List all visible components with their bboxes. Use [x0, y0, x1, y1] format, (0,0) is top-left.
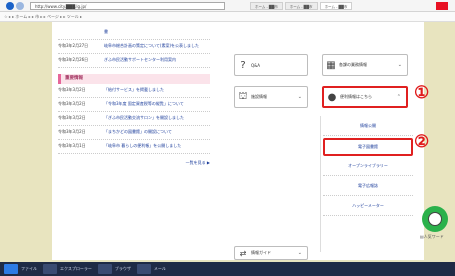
taskbar: ファイル エクスプローラー ブラウザ メール: [0, 262, 455, 276]
marker-2: ②: [414, 132, 430, 152]
taskbar-item[interactable]: ファイル: [21, 266, 37, 272]
dropdown-link[interactable]: ハッピーメーター: [323, 196, 413, 216]
dropdown-panel: 情報公開 電子図書館 オープンライブラリー 電子広報誌 ハッピーメーター: [320, 116, 413, 252]
important-row[interactable]: 令和3年3月1日 「岐阜市 暮らしの便利帳」を公開しました: [58, 140, 210, 154]
news-link[interactable]: 岐阜市総合計画の策定について(素案)を公表しました: [104, 43, 199, 50]
guide-button[interactable]: ⇄ 情報ガイド ⌄: [234, 246, 308, 260]
command-bar[interactable]: ☆ ▸ ▸ ホーム ▸ ▸ 市 ▸ ▸ ページ ▸ ▸ ツール ▸: [0, 12, 455, 22]
mascot-caption[interactable]: ▤人気ワード: [420, 234, 444, 240]
news-link[interactable]: 書: [104, 29, 108, 36]
question-icon: ?: [240, 59, 246, 71]
lightbulb-icon: ●: [327, 91, 337, 103]
taskbar-item[interactable]: ブラウザ: [115, 266, 131, 272]
important-date: 令和3年3月1日: [58, 143, 86, 148]
taskbar-item[interactable]: メール: [154, 266, 166, 272]
dropdown-link-highlighted[interactable]: 電子図書館: [323, 138, 413, 156]
important-link[interactable]: 「令和3年度 固定資産税等の縦覧」について: [104, 101, 184, 108]
facility-button[interactable]: ⛫ 施設情報 ⌄: [234, 86, 308, 108]
browser-tab[interactable]: ホーム - ██市: [284, 2, 318, 10]
browser-titlebar: http://www.city.███.lg.jp/ ホーム - ██市 ホーム…: [0, 0, 455, 12]
useful-info-button[interactable]: ● 便利情報はこちら ⌃: [322, 86, 408, 108]
important-link[interactable]: 「ぎふ市民活動交流サロン」を開設しました: [104, 115, 184, 122]
window-close-button[interactable]: [436, 2, 448, 10]
important-row[interactable]: 令和3年3月2日 「令和3年度 固定資産税等の縦覧」について: [58, 98, 210, 112]
browser-tab-active[interactable]: ホーム - ██市: [319, 2, 353, 10]
guide-label: 情報ガイド: [251, 250, 271, 255]
important-date: 令和3年3月2日: [58, 129, 86, 134]
important-link[interactable]: 「岐阜市 暮らしの便利帳」を公開しました: [104, 143, 181, 150]
start-icon[interactable]: [4, 264, 18, 274]
chevron-down-icon: ⌄: [297, 94, 302, 100]
dropdown-link[interactable]: 電子広報誌: [323, 176, 413, 196]
news-date: 令和3年2月26日: [58, 57, 89, 62]
news-link[interactable]: ぎふ市民活動サポートセンター利用案内: [104, 57, 176, 64]
faq-label: Q&A: [251, 62, 261, 68]
taskbar-app-icon[interactable]: [97, 264, 112, 274]
department-info-button[interactable]: ▦ 各課の業務情報 ⌄: [322, 54, 408, 76]
exchange-icon: ⇄: [239, 248, 247, 258]
news-date: 令和3年2月27日: [58, 43, 89, 48]
important-heading: 重要情報: [58, 74, 210, 84]
faq-button[interactable]: ? Q&A: [234, 54, 308, 76]
important-date: 令和3年3月2日: [58, 101, 86, 106]
chevron-down-icon: ⌄: [397, 62, 402, 68]
tab-strip: ホーム - ██市 ホーム - ██市 ホーム - ██市: [250, 2, 354, 10]
news-row[interactable]: 書: [58, 26, 210, 40]
important-row[interactable]: 令和3年3月2日 「ぎふ市民活動交流サロン」を開設しました: [58, 112, 210, 126]
important-date: 令和3年3月2日: [58, 115, 86, 120]
important-row[interactable]: 令和3年3月2日 「まちかどの図書館」の開設について: [58, 126, 210, 140]
browser-tab[interactable]: ホーム - ██市: [250, 2, 283, 10]
department-info-label: 各課の業務情報: [339, 62, 367, 67]
dropdown-link[interactable]: オープンライブラリー: [323, 156, 413, 176]
forward-icon[interactable]: [16, 2, 24, 10]
important-date: 令和3年3月2日: [58, 87, 86, 92]
news-column: 書 令和3年2月27日 岐阜市総合計画の策定について(素案)を公表しました 令和…: [58, 26, 210, 166]
chevron-up-icon: ⌃: [396, 94, 401, 100]
facility-label: 施設情報: [251, 94, 267, 99]
back-icon[interactable]: [6, 2, 14, 10]
taskbar-item[interactable]: エクスプローラー: [60, 266, 92, 272]
building-icon: ▦: [326, 59, 336, 71]
news-date: [58, 29, 104, 36]
mascot-face-icon: [428, 212, 442, 226]
important-row[interactable]: 令和3年3月2日 「給付サービス」を掲載しました: [58, 84, 210, 98]
more-link[interactable]: 一覧を見る ▶: [58, 160, 210, 166]
useful-info-label: 便利情報はこちら: [340, 94, 372, 99]
news-row[interactable]: 令和3年2月27日 岐阜市総合計画の策定について(素案)を公表しました: [58, 40, 210, 54]
important-link[interactable]: 「まちかどの図書館」の開設について: [104, 129, 172, 136]
taskbar-app-icon[interactable]: [43, 264, 57, 274]
facility-icon: ⛫: [238, 90, 248, 102]
dropdown-link[interactable]: 情報公開: [323, 116, 413, 136]
marker-1: ①: [414, 83, 430, 103]
chevron-down-icon: ⌄: [297, 250, 302, 256]
address-bar[interactable]: http://www.city.███.lg.jp/: [30, 2, 225, 10]
news-row[interactable]: 令和3年2月26日 ぎふ市民活動サポートセンター利用案内: [58, 54, 210, 68]
important-link[interactable]: 「給付サービス」を掲載しました: [104, 87, 164, 94]
taskbar-app-icon[interactable]: [136, 264, 151, 274]
